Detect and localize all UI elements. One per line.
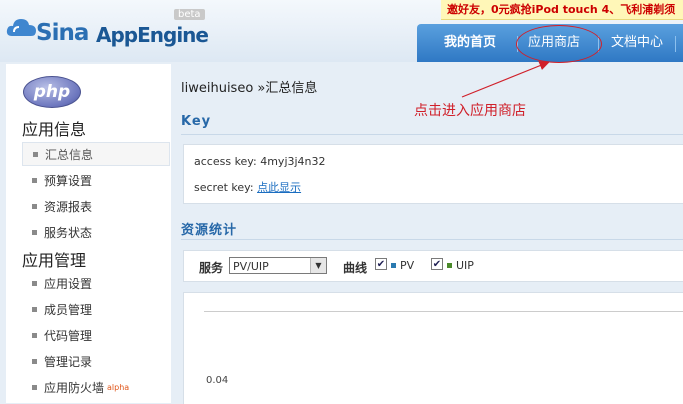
uip-color-swatch — [447, 263, 452, 268]
annotation-text: 点击进入应用商店 — [414, 103, 526, 119]
bullet-icon — [32, 385, 37, 390]
secret-key: secret key: 点此显示 — [194, 179, 301, 195]
sidebar-item-resource-report[interactable]: 资源报表 — [22, 195, 170, 219]
uip-label: UIP — [456, 259, 474, 272]
beta-badge: beta — [174, 9, 205, 20]
nav-tab-home[interactable]: 我的首页 — [444, 24, 496, 62]
service-label: 服务 — [199, 261, 224, 275]
sidebar-item-label: 管理记录 — [44, 355, 93, 369]
divider — [181, 134, 683, 135]
sidebar-item-label: 应用防火墙 — [44, 381, 105, 395]
pv-color-swatch — [391, 263, 396, 268]
section-title-app-info: 应用信息 — [22, 120, 87, 139]
sidebar-item-label: 成员管理 — [44, 303, 93, 317]
bullet-icon — [32, 333, 37, 338]
divider — [181, 239, 683, 240]
sidebar-item-code[interactable]: 代码管理 — [22, 324, 170, 348]
section-title-app-management: 应用管理 — [22, 251, 87, 270]
bullet-icon — [32, 307, 37, 312]
uip-checkbox[interactable]: ✔ — [431, 258, 443, 270]
alpha-badge: alpha — [107, 383, 130, 392]
nav-tab-docs[interactable]: 文档中心 — [611, 24, 663, 62]
service-select[interactable]: PV/UIP ▼ — [229, 257, 327, 274]
y-axis-tick-label: 0.04 — [206, 375, 229, 386]
sidebar-item-label: 资源报表 — [44, 200, 93, 214]
key-heading: Key — [181, 114, 212, 129]
sidebar-item-summary[interactable]: 汇总信息 — [22, 142, 170, 166]
bullet-icon — [33, 152, 38, 157]
sidebar-item-members[interactable]: 成员管理 — [22, 298, 170, 322]
sidebar-item-label: 应用设置 — [44, 277, 93, 291]
secret-key-label: secret key: — [194, 181, 258, 194]
header: Sina AppEngine beta 邀好友，0元疯抢iPod touch 4… — [0, 0, 683, 63]
annotation-circle — [516, 25, 602, 63]
bullet-icon — [32, 230, 37, 235]
logo-sina-text: Sina — [36, 20, 89, 46]
pv-label: PV — [400, 259, 415, 272]
stats-chart: 0.04 — [183, 292, 683, 404]
stats-heading: 资源统计 — [181, 223, 238, 238]
sidebar-item-service-status[interactable]: 服务状态 — [22, 221, 170, 245]
curve-label: 曲线 — [343, 261, 368, 275]
pv-checkbox[interactable]: ✔ — [375, 258, 387, 270]
access-key: access key: 4myj3j4n32 — [194, 155, 326, 168]
sidebar-item-label: 汇总信息 — [45, 148, 94, 162]
sidebar: php 应用信息 汇总信息 预算设置 资源报表 服务状态 应用管理 应用设置 成… — [6, 64, 171, 403]
bullet-icon — [32, 359, 37, 364]
sidebar-item-firewall[interactable]: 应用防火墙 alpha — [22, 376, 170, 400]
chart-gridline — [204, 311, 683, 312]
chevron-down-icon: ▼ — [310, 258, 326, 273]
sidebar-item-logs[interactable]: 管理记录 — [22, 350, 170, 374]
stats-toolbar: 服务 PV/UIP ▼ 曲线 ✔ PV ✔ UIP — [183, 250, 683, 282]
promo-banner[interactable]: 邀好友，0元疯抢iPod touch 4、飞利浦剃须 — [441, 0, 683, 20]
bullet-icon — [32, 281, 37, 286]
cloud-logo-icon — [6, 19, 36, 36]
logo-appengine-text: AppEngine — [96, 23, 209, 47]
sina-app-engine-logo[interactable]: Sina AppEngine beta — [6, 8, 211, 48]
key-panel: access key: 4myj3j4n32 secret key: 点此显示 — [183, 144, 683, 204]
sidebar-item-label: 预算设置 — [44, 174, 93, 188]
bullet-icon — [32, 204, 37, 209]
sidebar-item-app-settings[interactable]: 应用设置 — [22, 272, 170, 296]
sidebar-item-budget[interactable]: 预算设置 — [22, 169, 170, 193]
main-content: liweihuiseo »汇总信息 点击进入应用商店 Key access ke… — [171, 62, 683, 404]
sidebar-item-label: 代码管理 — [44, 329, 93, 343]
breadcrumb: liweihuiseo »汇总信息 — [181, 81, 318, 96]
service-select-value: PV/UIP — [233, 260, 269, 273]
sidebar-item-label: 服务状态 — [44, 226, 93, 240]
nav-divider — [675, 36, 676, 52]
bullet-icon — [32, 178, 37, 183]
show-secret-key-link[interactable]: 点此显示 — [257, 181, 301, 194]
php-logo: php — [23, 76, 81, 108]
